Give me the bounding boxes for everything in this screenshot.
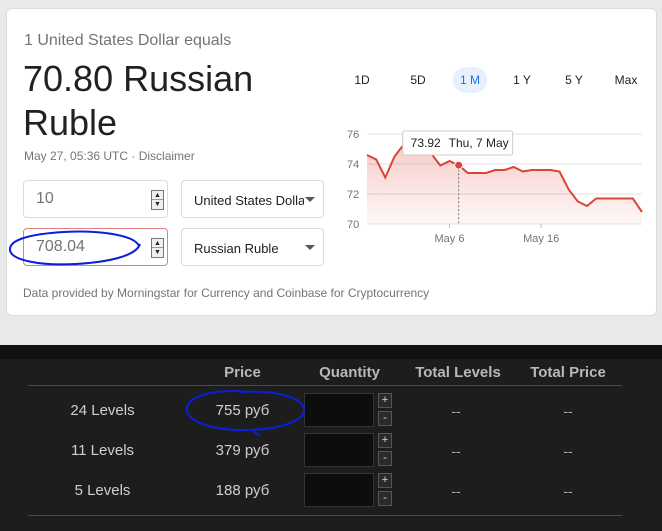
row-level-label: 5 Levels	[74, 482, 131, 499]
from-amount-value: 10	[36, 190, 54, 207]
tooltip-value: 73.92	[411, 136, 441, 150]
decrement-button[interactable]: -	[378, 451, 392, 466]
from-currency-value: United States Dollar	[194, 193, 304, 208]
x-tick-label: May 16	[523, 233, 559, 245]
decrement-button[interactable]: -	[378, 411, 392, 426]
quantity-input[interactable]	[304, 473, 374, 507]
to-currency-select[interactable]: Russian Ruble	[181, 228, 324, 266]
y-tick-label: 72	[347, 189, 359, 201]
y-tick-label: 74	[347, 159, 359, 171]
range-1y[interactable]: 1 Y	[505, 67, 539, 93]
stepper-arrows-icon[interactable]: ▲ ▼	[151, 238, 164, 258]
range-max[interactable]: Max	[609, 67, 643, 93]
from-amount-field[interactable]: 10 ▲ ▼	[23, 180, 168, 218]
row-total-levels: --	[451, 443, 461, 459]
range-1m[interactable]: 1 M	[453, 67, 487, 93]
row-price: 188 руб	[215, 482, 270, 499]
header-divider	[28, 385, 622, 386]
row-level-label: 24 Levels	[70, 402, 135, 419]
row-total-price: --	[563, 483, 573, 499]
row-total-levels: --	[451, 403, 461, 419]
hover-point	[454, 160, 464, 170]
row-level-label: 11 Levels	[70, 442, 135, 459]
range-5d[interactable]: 5D	[401, 67, 435, 93]
conversion-result: 70.80 Russian Ruble	[23, 58, 254, 143]
screenshot-root: 1 United States Dollar equals 70.80 Russ…	[0, 0, 662, 531]
disclaimer-link[interactable]: Disclaimer	[139, 149, 195, 163]
panel-top-bar	[0, 345, 662, 359]
annotation-circle	[186, 389, 306, 437]
quantity-input[interactable]	[304, 393, 374, 427]
decrement-button[interactable]: -	[378, 491, 392, 506]
header-total-price: Total Price	[530, 364, 606, 381]
row-total-price: --	[563, 443, 573, 459]
store-panel: Price Quantity Total Levels Total Price …	[0, 345, 662, 531]
range-1d[interactable]: 1D	[345, 67, 379, 93]
y-tick-label: 70	[347, 219, 359, 231]
row-price: 379 руб	[215, 442, 270, 459]
range-selector: 1D 5D 1 M 1 Y 5 Y Max	[342, 67, 642, 95]
tooltip-date: Thu, 7 May	[449, 136, 509, 150]
header-quantity: Quantity	[319, 364, 380, 381]
stepper-arrows-icon[interactable]: ▲ ▼	[151, 190, 164, 210]
row-total-price: --	[563, 403, 573, 419]
from-currency-select[interactable]: United States Dollar	[181, 180, 324, 218]
header-price: Price	[224, 364, 261, 381]
exchange-rate-chart[interactable]: 70 72 74 76 May 6 May 16 73.92 Thu, 7 May	[337, 119, 647, 249]
chevron-down-icon	[305, 245, 315, 250]
increment-button[interactable]: +	[378, 393, 392, 408]
y-tick-label: 76	[347, 129, 359, 141]
range-5y[interactable]: 5 Y	[557, 67, 591, 93]
x-tick-label: May 6	[435, 233, 465, 245]
timestamp: May 27, 05:36 UTC	[24, 149, 129, 163]
to-currency-value: Russian Ruble	[194, 241, 279, 256]
table-bottom-divider	[28, 515, 622, 516]
row-total-levels: --	[451, 483, 461, 499]
timestamp-line: May 27, 05:36 UTC · Disclaimer	[24, 149, 195, 163]
header-total-levels: Total Levels	[415, 364, 501, 381]
annotation-circle	[9, 230, 141, 266]
separator: ·	[128, 149, 139, 163]
increment-button[interactable]: +	[378, 473, 392, 488]
increment-button[interactable]: +	[378, 433, 392, 448]
quantity-input[interactable]	[304, 433, 374, 467]
data-provider-note: Data provided by Morningstar for Currenc…	[23, 286, 430, 300]
chevron-down-icon	[305, 197, 315, 202]
equals-label: 1 United States Dollar equals	[24, 32, 232, 49]
